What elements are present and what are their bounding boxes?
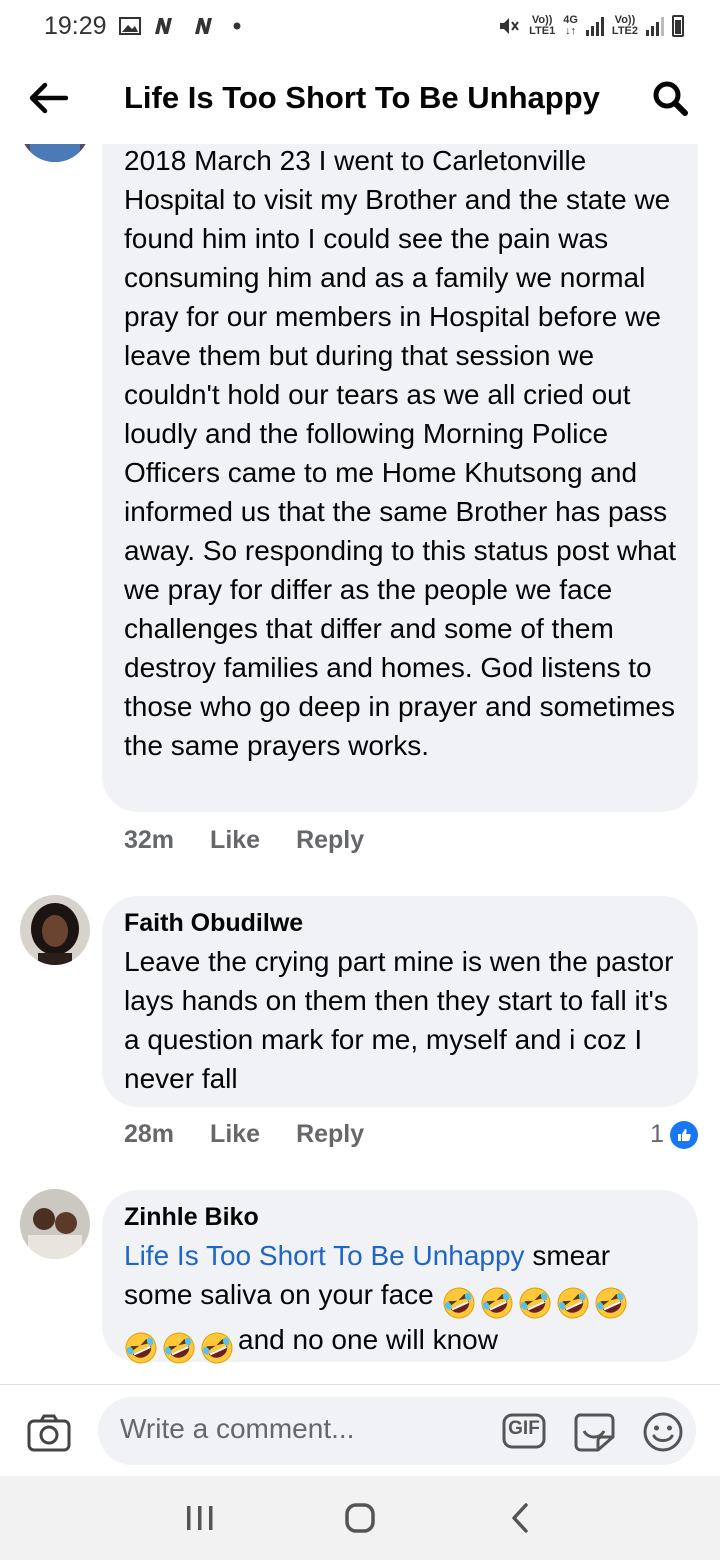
comment-text: Leave the crying part mine is wen the pa… [124,946,674,1094]
emoji-group-1 [442,1281,632,1320]
comment-bubble[interactable]: Zinhle Biko Life Is Too Short To Be Unha… [102,1190,698,1365]
sim2-lte: LTE2 [611,25,638,37]
emoji-button[interactable] [642,1411,684,1453]
gallery-notification-icon [118,17,141,35]
comment-bubble[interactable]: 2018 March 23 I went to Carletonville Ho… [102,144,698,812]
sim2-indicator: Vo)) LTE2 [612,15,638,37]
sticker-icon [574,1413,615,1452]
rolling-on-floor-laughing-emoji [163,1332,195,1364]
reply-button[interactable]: Reply [296,1120,364,1149]
like-reaction-icon [670,1120,698,1149]
emoji-group-2 [124,1326,238,1365]
avatar[interactable] [20,895,90,965]
rolling-on-floor-laughing-emoji [595,1287,626,1319]
signal-bars-2-icon [646,16,664,36]
comment-bubble[interactable]: Faith Obudilwe Leave the crying part min… [102,896,698,1107]
signal-bars-icon [585,16,604,36]
comment-composer: Write a comment... GIF [0,1384,720,1476]
status-bar: 19:29 Vo)) LTE1 4G ↓↑ Vo)) LTE2 [0,0,720,52]
like-button[interactable]: Like [210,826,260,855]
back-arrow-icon [29,82,68,114]
rolling-on-floor-laughing-emoji [519,1287,550,1319]
status-left: 19:29 [44,12,241,41]
reaction-summary[interactable]: 1 [650,1120,698,1149]
network-type-indicator: 4G ↓↑ [563,15,578,37]
rolling-on-floor-laughing-emoji [125,1332,157,1364]
reply-button[interactable]: Reply [296,826,364,855]
rolling-on-floor-laughing-emoji [481,1287,512,1319]
comment-timestamp: 28m [124,1120,175,1148]
sticker-button[interactable] [572,1411,616,1453]
app-notification-icon-2 [193,17,221,35]
camera-icon [27,1414,71,1452]
more-notifications-dot-icon [233,22,241,30]
system-navigation-bar [0,1476,720,1560]
comment-author[interactable]: Zinhle Biko [124,1200,259,1234]
gif-button[interactable]: GIF [502,1413,546,1449]
rolling-on-floor-laughing-emoji [557,1287,588,1319]
avatar[interactable] [20,1189,90,1259]
battery-icon [672,15,684,37]
reaction-count: 1 [650,1120,664,1148]
comments-list[interactable]: 2018 March 23 I went to Carletonville Ho… [0,144,720,1384]
comment-text: 2018 March 23 I went to Carletonville Ho… [124,145,677,761]
comment-actions: 28m Like Reply [124,1120,400,1149]
status-time: 19:29 [44,11,107,40]
search-icon [653,81,688,116]
home-button[interactable] [330,1488,390,1548]
rolling-on-floor-laughing-emoji [443,1287,474,1319]
like-button[interactable]: Like [210,1120,260,1149]
avatar[interactable] [20,144,90,162]
gif-label: GIF [508,1418,540,1439]
page-title: Life Is Too Short To Be Unhappy [124,80,600,115]
app-header: Life Is Too Short To Be Unhappy [0,52,720,144]
recent-apps-button[interactable] [170,1488,230,1548]
status-right: Vo)) LTE1 4G ↓↑ Vo)) LTE2 [497,15,684,37]
camera-button[interactable] [26,1413,72,1453]
comment-timestamp: 32m [124,826,175,854]
mute-icon [497,15,521,37]
app-notification-icon [153,17,181,35]
back-chevron-icon [512,1503,528,1533]
comment-text-part2: and no one will know [238,1324,498,1355]
home-icon [345,1503,375,1533]
back-button[interactable] [26,78,70,118]
comment-author[interactable]: Faith Obudilwe [124,906,303,940]
rolling-on-floor-laughing-emoji [201,1332,233,1364]
search-button[interactable] [648,76,692,120]
mention-link[interactable]: Life Is Too Short To Be Unhappy [124,1240,525,1271]
back-nav-button[interactable] [490,1488,550,1548]
sim1-indicator: Vo)) LTE1 [529,15,555,37]
smiley-icon [643,1412,683,1452]
comment-text: Life Is Too Short To Be Unhappy smear so… [124,1236,684,1365]
data-arrows-icon: ↓↑ [565,25,577,37]
comment-actions: 32m Like Reply [124,826,400,855]
recent-apps-icon [187,1506,213,1530]
sim1-lte: LTE1 [529,25,556,37]
